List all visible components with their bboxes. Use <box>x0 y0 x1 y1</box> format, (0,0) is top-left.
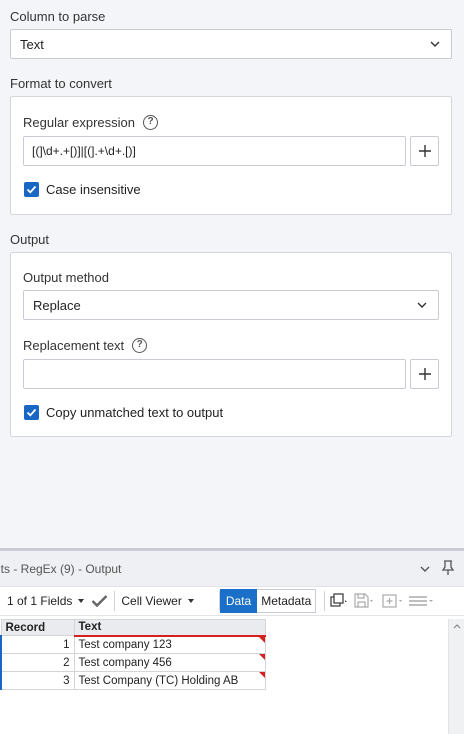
case-insensitive-checkbox[interactable]: Case insensitive <box>24 182 141 197</box>
column-to-parse-label: Column to parse <box>10 9 106 24</box>
text-cell: Test company 123 <box>73 635 266 654</box>
scroll-up-icon[interactable] <box>453 623 461 629</box>
checkmark-icon[interactable] <box>91 594 108 608</box>
record-cell: 2 <box>0 653 75 672</box>
toolbar-divider <box>324 591 326 611</box>
record-cell: 1 <box>0 635 75 654</box>
output-method-select[interactable]: Replace <box>23 290 439 320</box>
chevron-down-icon <box>430 41 440 47</box>
tab-data[interactable]: Data <box>219 589 258 613</box>
output-method-value: Replace <box>33 297 81 313</box>
tab-metadata-label: Metadata <box>261 594 312 608</box>
checkbox-checked-icon <box>24 405 39 420</box>
chevron-down-icon <box>417 302 427 308</box>
results-panel: lts - RegEx (9) - Output 1 of 1 Fields C… <box>0 548 464 734</box>
regex-label-row: Regular expression ? <box>23 115 159 130</box>
vertical-scrollbar[interactable] <box>448 619 464 734</box>
text-cell-value: Test Company (TC) Holding AB <box>78 674 239 687</box>
text-cell: Test Company (TC) Holding AB <box>73 671 266 690</box>
table-row[interactable]: 1 Test company 123 <box>0 635 266 654</box>
fields-label: 1 of 1 Fields <box>7 594 73 608</box>
tab-metadata[interactable]: Metadata <box>257 589 317 613</box>
plus-icon <box>418 368 431 380</box>
regex-insert-button[interactable] <box>410 136 439 166</box>
results-title: lts - RegEx (9) - Output <box>0 561 122 576</box>
tool-config-panel: Column to parse Text Format to convert R… <box>0 0 464 548</box>
text-cell-value: Test company 123 <box>78 638 172 651</box>
fields-dropdown[interactable]: 1 of 1 Fields <box>7 589 85 613</box>
help-icon[interactable]: ? <box>132 338 148 353</box>
column-header-text[interactable]: Text <box>73 619 266 637</box>
format-to-convert-group: Regular expression ? [(]\d+.+[)]|[(].+\d… <box>10 96 452 215</box>
warning-flag-icon <box>258 636 265 643</box>
menu-icon[interactable] <box>408 593 434 609</box>
copy-unmatched-label: Copy unmatched text to output <box>46 405 224 420</box>
column-to-parse-select[interactable]: Text <box>10 29 452 59</box>
caret-down-icon <box>187 599 194 603</box>
output-section-label: Output <box>10 232 50 247</box>
cell-viewer-label: Cell Viewer <box>121 594 182 608</box>
warning-flag-icon <box>258 672 265 678</box>
replacement-label: Replacement text <box>23 338 125 353</box>
format-to-convert-label: Format to convert <box>10 76 112 91</box>
plus-icon <box>418 145 431 157</box>
save-icon[interactable] <box>354 593 374 609</box>
text-cell: Test company 456 <box>73 653 266 672</box>
help-icon[interactable]: ? <box>143 115 159 130</box>
table-header-row: Record Text <box>0 619 266 637</box>
warning-flag-icon <box>258 654 265 660</box>
tab-data-label: Data <box>225 594 252 608</box>
toolbar-divider <box>114 591 116 611</box>
pin-icon[interactable] <box>441 560 455 576</box>
copy-unmatched-checkbox[interactable]: Copy unmatched text to output <box>24 405 223 420</box>
regex-input[interactable]: [(]\d+.+[)]|[(].+\d+.[)] <box>23 136 406 166</box>
caret-down-icon <box>78 599 85 603</box>
results-table: Record Text 1 Test company 123 2 Test co… <box>0 619 266 690</box>
text-cell-value: Test company 456 <box>78 656 172 669</box>
regex-value: [(]\d+.+[)]|[(].+\d+.[)] <box>32 144 136 158</box>
chevron-down-icon[interactable] <box>419 563 431 575</box>
add-column-icon[interactable] <box>382 593 404 609</box>
case-insensitive-label: Case insensitive <box>46 182 141 197</box>
column-to-parse-value: Text <box>20 36 44 52</box>
table-row[interactable]: 3 Test Company (TC) Holding AB <box>0 671 266 690</box>
results-title-bar: lts - RegEx (9) - Output <box>0 551 464 586</box>
replacement-input[interactable] <box>23 359 406 389</box>
replacement-insert-button[interactable] <box>410 359 439 389</box>
output-group: Output method Replace Replacement text ?… <box>10 252 452 437</box>
output-method-label: Output method <box>23 270 109 285</box>
results-toolbar: 1 of 1 Fields Cell Viewer Data Metadata <box>0 586 464 616</box>
regex-label: Regular expression <box>23 115 136 130</box>
column-header-record[interactable]: Record <box>0 619 75 636</box>
checkbox-checked-icon <box>24 182 39 197</box>
table-row[interactable]: 2 Test company 456 <box>0 653 266 672</box>
cell-viewer-dropdown[interactable]: Cell Viewer <box>121 589 194 613</box>
replacement-label-row: Replacement text ? <box>23 338 148 353</box>
copy-icon[interactable] <box>330 593 348 609</box>
record-cell: 3 <box>0 671 75 690</box>
